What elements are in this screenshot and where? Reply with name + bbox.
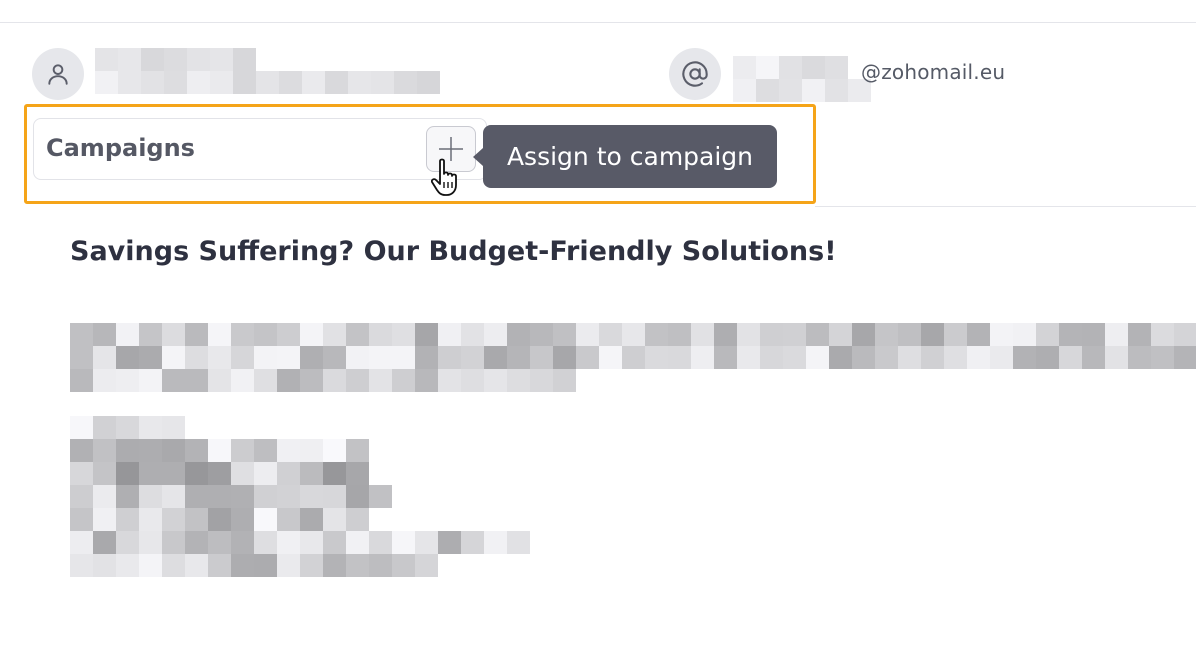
message-body-redacted — [70, 508, 530, 577]
email-domain: @zohomail.eu — [861, 60, 1006, 84]
sender-avatar — [32, 48, 84, 100]
at-sign-icon — [682, 61, 708, 87]
section-divider — [815, 206, 1196, 207]
highlight-box — [24, 104, 816, 204]
message-body-redacted — [70, 416, 392, 508]
email-avatar — [669, 48, 721, 100]
top-divider — [0, 22, 1196, 23]
user-icon — [48, 64, 68, 85]
message-body-redacted — [70, 323, 1196, 392]
message-subject: Savings Suffering? Our Budget-Friendly S… — [70, 236, 837, 267]
email-user-redacted — [733, 56, 871, 102]
sender-name-redacted — [95, 48, 440, 94]
